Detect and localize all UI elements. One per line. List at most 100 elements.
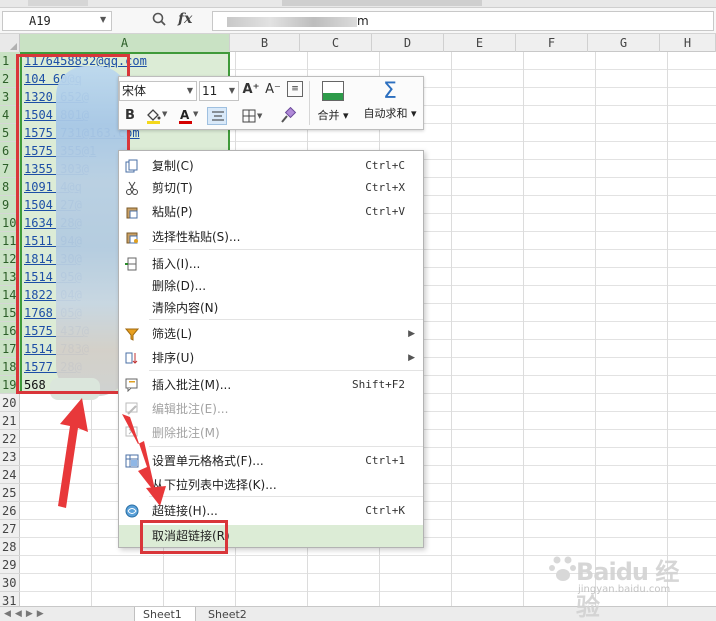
paste-special-icon bbox=[126, 232, 138, 244]
row-header[interactable]: 20 bbox=[0, 394, 20, 412]
baidu-watermark: Baidu 经验 jingyan.baidu.com bbox=[548, 548, 688, 621]
edit-comment-icon bbox=[125, 402, 138, 415]
menu-item-shortcut: Ctrl+V bbox=[365, 205, 405, 218]
menu-item[interactable]: 编辑批注(E)... bbox=[119, 398, 423, 420]
menu-item[interactable]: 粘贴(P) Ctrl+V bbox=[119, 201, 423, 223]
paste-icon bbox=[126, 207, 138, 219]
formula-input[interactable]: m bbox=[212, 11, 714, 31]
column-header-a[interactable]: A bbox=[20, 34, 230, 52]
font-name-select[interactable]: 宋体 ▼ bbox=[119, 81, 197, 101]
insert-comment-icon bbox=[125, 378, 138, 392]
menu-item[interactable]: 删除(D)... bbox=[119, 275, 423, 297]
insert-function-icon[interactable]: fx bbox=[178, 11, 192, 27]
menu-item[interactable]: 复制(C) Ctrl+C bbox=[119, 155, 423, 177]
svg-text:▼: ▼ bbox=[257, 112, 263, 120]
border-button[interactable]: ▼ bbox=[241, 107, 265, 131]
chevron-down-icon[interactable]: ▼ bbox=[229, 82, 235, 100]
chevron-down-icon[interactable]: ▼ bbox=[187, 82, 193, 100]
formula-bar: A19 ▼ fx m bbox=[0, 8, 716, 34]
delete-comment-icon bbox=[125, 426, 138, 437]
svg-text:▼: ▼ bbox=[162, 110, 168, 118]
menu-item-shortcut: Ctrl+X bbox=[365, 181, 405, 194]
menu-item-label: 编辑批注(E)... bbox=[152, 402, 229, 416]
menu-item[interactable]: 从下拉列表中选择(K)... bbox=[119, 474, 423, 496]
align-center-button[interactable] bbox=[207, 107, 227, 125]
sigma-icon: Σ bbox=[383, 79, 397, 104]
row-header[interactable]: 23 bbox=[0, 448, 20, 466]
menu-item-label: 粘贴(P) bbox=[152, 205, 193, 219]
font-color-button[interactable]: A ▼ bbox=[177, 107, 201, 131]
submenu-arrow-icon: ▶ bbox=[408, 329, 415, 339]
paw-icon bbox=[549, 556, 576, 581]
menu-item-shortcut: Shift+F2 bbox=[352, 378, 405, 391]
row-header[interactable]: 27 bbox=[0, 520, 20, 538]
row-header[interactable]: 22 bbox=[0, 430, 20, 448]
menu-item[interactable]: 插入批注(M)... Shift+F2 bbox=[119, 374, 423, 396]
autosum-button[interactable]: Σ 自动求和 ▾ bbox=[359, 79, 421, 127]
sheet-tab-2[interactable]: Sheet2 bbox=[200, 607, 262, 621]
column-header-g[interactable]: G bbox=[588, 34, 660, 52]
sort-icon bbox=[125, 352, 138, 364]
name-box[interactable]: A19 bbox=[2, 11, 112, 31]
shrink-font-icon[interactable]: A⁻ bbox=[264, 81, 282, 99]
menu-item-label: 筛选(L) bbox=[152, 327, 193, 341]
formula-tools: fx bbox=[140, 11, 210, 31]
menu-item[interactable]: 排序(U) ▶ bbox=[119, 347, 423, 369]
zoom-icon[interactable] bbox=[152, 12, 166, 26]
column-header-h[interactable]: H bbox=[660, 34, 716, 52]
format-cells-icon bbox=[125, 454, 139, 468]
clear-format-icon[interactable]: ≡ bbox=[287, 81, 303, 97]
column-header: ABCDEFGH bbox=[0, 34, 716, 52]
menu-item[interactable]: 选择性粘贴(S)... bbox=[119, 226, 423, 248]
grow-font-icon[interactable]: A⁺ bbox=[242, 81, 260, 99]
brush-icon bbox=[281, 106, 297, 123]
fill-color-button[interactable]: ▼ bbox=[145, 107, 169, 131]
column-header-e[interactable]: E bbox=[444, 34, 516, 52]
sheet-tab-1[interactable]: Sheet1 bbox=[134, 607, 196, 621]
menu-separator bbox=[149, 496, 423, 497]
bold-button[interactable]: B bbox=[123, 107, 137, 125]
row-header[interactable]: 30 bbox=[0, 574, 20, 592]
menu-item[interactable]: 插入(I)... bbox=[119, 253, 423, 275]
tab-fragment bbox=[28, 0, 88, 6]
row-header[interactable]: 24 bbox=[0, 466, 20, 484]
menu-item-label: 复制(C) bbox=[152, 159, 194, 173]
menu-item[interactable]: 超链接(H)... Ctrl+K bbox=[119, 500, 423, 522]
row-header[interactable]: 25 bbox=[0, 484, 20, 502]
row-header[interactable]: 28 bbox=[0, 538, 20, 556]
annotation-red-box bbox=[140, 520, 228, 554]
menu-item[interactable]: 删除批注(M) bbox=[119, 422, 423, 444]
font-size-select[interactable]: 11 ▼ bbox=[199, 81, 239, 101]
menu-item-label: 删除批注(M) bbox=[152, 426, 220, 440]
column-header-d[interactable]: D bbox=[372, 34, 444, 52]
merge-button[interactable]: 合并 ▾ bbox=[313, 81, 353, 127]
border-icon: ▼ bbox=[242, 109, 263, 123]
menu-item-label: 从下拉列表中选择(K)... bbox=[152, 478, 277, 492]
row-header[interactable]: 21 bbox=[0, 412, 20, 430]
menu-separator bbox=[149, 370, 423, 371]
row-header[interactable]: 29 bbox=[0, 556, 20, 574]
menu-item[interactable]: 清除内容(N) bbox=[119, 297, 423, 319]
column-header-c[interactable]: C bbox=[300, 34, 372, 52]
format-painter-button[interactable] bbox=[279, 106, 297, 131]
toolbar-divider bbox=[309, 81, 310, 125]
column-header-b[interactable]: B bbox=[230, 34, 300, 52]
hyperlink-icon bbox=[125, 504, 139, 518]
menu-item[interactable]: 筛选(L) ▶ bbox=[119, 323, 423, 345]
copy-icon bbox=[125, 159, 138, 173]
menu-item-label: 插入批注(M)... bbox=[152, 378, 232, 392]
menu-item[interactable]: 设置单元格格式(F)... Ctrl+1 bbox=[119, 450, 423, 472]
menu-item-label: 排序(U) bbox=[152, 351, 195, 365]
row-header[interactable]: 26 bbox=[0, 502, 20, 520]
scissors-icon bbox=[126, 181, 138, 195]
select-all-corner[interactable] bbox=[0, 34, 20, 52]
chevron-down-icon[interactable]: ▼ bbox=[100, 11, 106, 29]
svg-text:▼: ▼ bbox=[193, 110, 199, 118]
menu-item-label: 剪切(T) bbox=[152, 181, 193, 195]
sheet-nav-arrows[interactable]: ◀◀▶▶ bbox=[4, 607, 48, 621]
svg-text:A: A bbox=[180, 108, 190, 122]
column-header-f[interactable]: F bbox=[516, 34, 588, 52]
menu-item[interactable]: 剪切(T) Ctrl+X bbox=[119, 177, 423, 199]
merge-cells-icon bbox=[322, 81, 344, 101]
menu-item-label: 设置单元格格式(F)... bbox=[152, 454, 264, 468]
